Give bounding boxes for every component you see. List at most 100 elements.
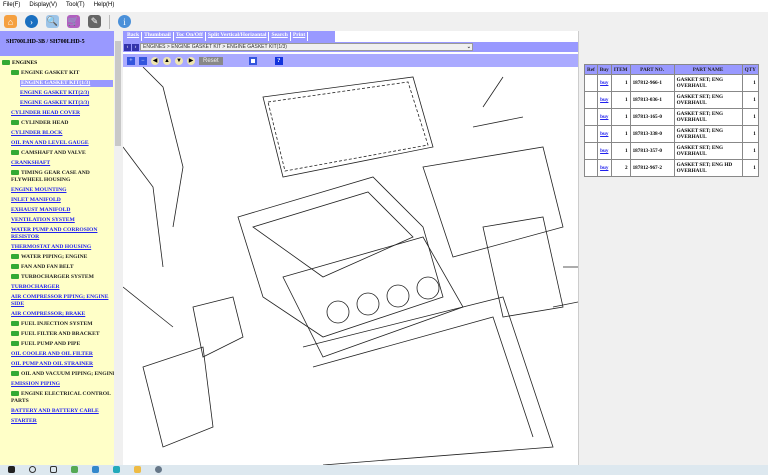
breadcrumb-select[interactable]: ENGINES > ENGINE GASKET KIT > ENGINE GAS… (140, 43, 473, 51)
toc-item[interactable]: TIMING GEAR CASE AND FLYWHEEL HOUSING (2, 170, 120, 184)
toc-item[interactable]: ENGINE GASKET KIT (2, 70, 120, 77)
toc-scrollbar[interactable] (114, 31, 122, 465)
search-icon[interactable] (29, 466, 36, 473)
breadcrumb-bar: ‹ › ENGINES > ENGINE GASKET KIT > ENGINE… (123, 42, 578, 52)
toc-item-label: ENGINES (12, 60, 38, 66)
buy-link[interactable]: buy (596, 91, 612, 109)
col-part-name: PART NAME (673, 64, 743, 75)
toc-item[interactable]: ENGINE ELECTRICAL CONTROL PARTS (2, 391, 120, 405)
toc-item[interactable]: EMISSION PIPING (2, 381, 120, 388)
toc-item[interactable]: CRANKSHAFT (2, 160, 120, 167)
toc-item-label: CYLINDER BLOCK (11, 130, 63, 136)
item-cell: 1 (610, 74, 631, 92)
table-row: buy 1 187813-036-1 GASKET SET; ENG OVERHAUL… (584, 91, 759, 109)
part-no-cell: 187812-966-1 (629, 74, 675, 92)
toc-item[interactable]: ENGINE GASKET KIT(3/3) (2, 100, 120, 107)
help-icon[interactable]: ? (274, 56, 283, 65)
toc-item[interactable]: STARTER (2, 418, 120, 425)
toc-item[interactable]: THERMOSTAT AND HOUSING (2, 244, 120, 251)
toc-item[interactable]: AIR COMPRESSOR; BRAKE (2, 311, 120, 318)
toc-item[interactable]: AIR COMPRESSOR PIPING; ENGINE SIDE (2, 294, 120, 308)
toc-item[interactable]: WATER PIPING; ENGINE (2, 254, 120, 261)
search-doc-icon[interactable]: 🔍 (46, 15, 59, 28)
toc-item[interactable]: ENGINE GASKET KIT(2/3) (2, 90, 120, 97)
buy-link[interactable]: buy (596, 159, 612, 177)
menu-display[interactable]: Display(V) (29, 2, 57, 10)
edit-icon[interactable]: ✎ (88, 15, 101, 28)
zoom-in-icon[interactable]: + (127, 56, 135, 65)
start-icon[interactable] (8, 466, 15, 473)
toc-item-label: ENGINE GASKET KIT (21, 70, 80, 76)
table-row: buy 1 187813-357-0 GASKET SET; ENG OVERHAUL… (584, 142, 759, 160)
toc-item[interactable]: CAMSHAFT AND VALVE (2, 150, 120, 157)
toc-item[interactable]: ENGINE GASKET KIT(1/3) (20, 80, 113, 87)
buy-link[interactable]: buy (596, 125, 612, 143)
cart-icon[interactable]: 🛒 (67, 15, 80, 28)
parts-app-icon[interactable] (155, 466, 162, 473)
toc-item-label: OIL COOLER AND OIL FILTER (11, 351, 93, 357)
forward-icon[interactable]: › (25, 15, 38, 28)
qty-cell: 1 (741, 142, 759, 160)
pan-right-icon[interactable]: ▶ (187, 56, 195, 65)
toc-item[interactable]: BATTERY AND BATTERY CABLE (2, 408, 120, 415)
toc-item[interactable]: CYLINDER BLOCK (2, 130, 120, 137)
task-view-icon[interactable] (50, 466, 57, 473)
toc-item[interactable]: ENGINE MOUNTING (2, 187, 120, 194)
edge-icon[interactable] (113, 466, 120, 473)
menu-file[interactable]: File(F) (3, 2, 20, 10)
toc-item[interactable]: FUEL PUMP AND PIPE (2, 341, 120, 348)
prev-page-button[interactable]: ‹ (124, 43, 131, 51)
toc-item[interactable]: CYLINDER HEAD COVER (2, 110, 120, 117)
buy-link[interactable]: buy (596, 74, 612, 92)
toc-item[interactable]: ENGINES (2, 60, 120, 67)
back-link[interactable]: Back (125, 32, 143, 41)
toc-item[interactable]: FUEL INJECTION SYSTEM (2, 321, 120, 328)
print-link[interactable]: Print (291, 32, 309, 41)
split-link[interactable]: Split Vertical/Horizontal (206, 32, 270, 41)
toc-item[interactable]: WATER PUMP AND CORROSION RESISTOR (2, 227, 120, 241)
pan-up-icon[interactable]: ▲ (163, 56, 171, 65)
toc-toggle-link[interactable]: Toc On/Off (174, 32, 206, 41)
next-page-button[interactable]: › (132, 43, 139, 51)
toc-item[interactable]: CYLINDER HEAD (2, 120, 120, 127)
media-icon[interactable] (92, 466, 99, 473)
thumbnail-link[interactable]: Thumbnail (142, 32, 174, 41)
toc-item[interactable]: OIL AND VACUUM PIPING; ENGINE (2, 371, 120, 378)
buy-link[interactable]: buy (596, 142, 612, 160)
home-icon[interactable]: ⌂ (4, 15, 17, 28)
toc-item[interactable]: FAN AND FAN BELT (2, 264, 120, 271)
item-cell: 1 (610, 125, 631, 143)
reset-button[interactable]: Reset (199, 56, 223, 65)
toc-item[interactable]: OIL COOLER AND OIL FILTER (2, 351, 120, 358)
ref-cell (584, 108, 598, 126)
toc-item[interactable]: VENTILATION SYSTEM (2, 217, 120, 224)
buy-link[interactable]: buy (596, 108, 612, 126)
zoom-out-icon[interactable]: − (139, 56, 147, 65)
pan-down-icon[interactable]: ▼ (175, 56, 183, 65)
toc-item[interactable]: FUEL FILTER AND BRACKET (2, 331, 120, 338)
qty-cell: 1 (741, 91, 759, 109)
info-icon[interactable]: i (118, 15, 131, 28)
toc-item[interactable]: OIL PUMP AND OIL STRAINER (2, 361, 120, 368)
search-link[interactable]: Search (269, 32, 291, 41)
toc-item[interactable]: INLET MANIFOLD (2, 197, 120, 204)
ref-cell (584, 142, 598, 160)
toc-item[interactable]: TURBOCHARGER SYSTEM (2, 274, 120, 281)
folder-icon[interactable] (134, 466, 141, 473)
part-name-cell: GASKET SET; ENG OVERHAUL (673, 91, 743, 109)
menu-bar: File(F) Display(V) Tool(T) Help(H) (0, 0, 768, 12)
menu-help[interactable]: Help(H) (94, 2, 115, 10)
exploded-parts-diagram[interactable] (123, 67, 578, 465)
pan-left-icon[interactable]: ◀ (151, 56, 159, 65)
toc-item-label: VENTILATION SYSTEM (11, 217, 75, 223)
cylinder-bore (386, 284, 410, 308)
parts-list-panel: Ref Buy ITEM PART NO. PART NAME QTY buy 1… (578, 31, 768, 465)
fit-icon[interactable] (248, 56, 257, 65)
menu-tool[interactable]: Tool(T) (66, 2, 85, 10)
toc-item[interactable]: OIL PAN AND LEVEL GAUGE (2, 140, 120, 147)
toc-item-label: CYLINDER HEAD COVER (11, 110, 80, 116)
toc-item[interactable]: EXHAUST MANIFOLD (2, 207, 120, 214)
toc-item-label: WATER PIPING; ENGINE (21, 254, 88, 260)
toc-item[interactable]: TURBOCHARGER (2, 284, 120, 291)
app-icon[interactable] (71, 466, 78, 473)
